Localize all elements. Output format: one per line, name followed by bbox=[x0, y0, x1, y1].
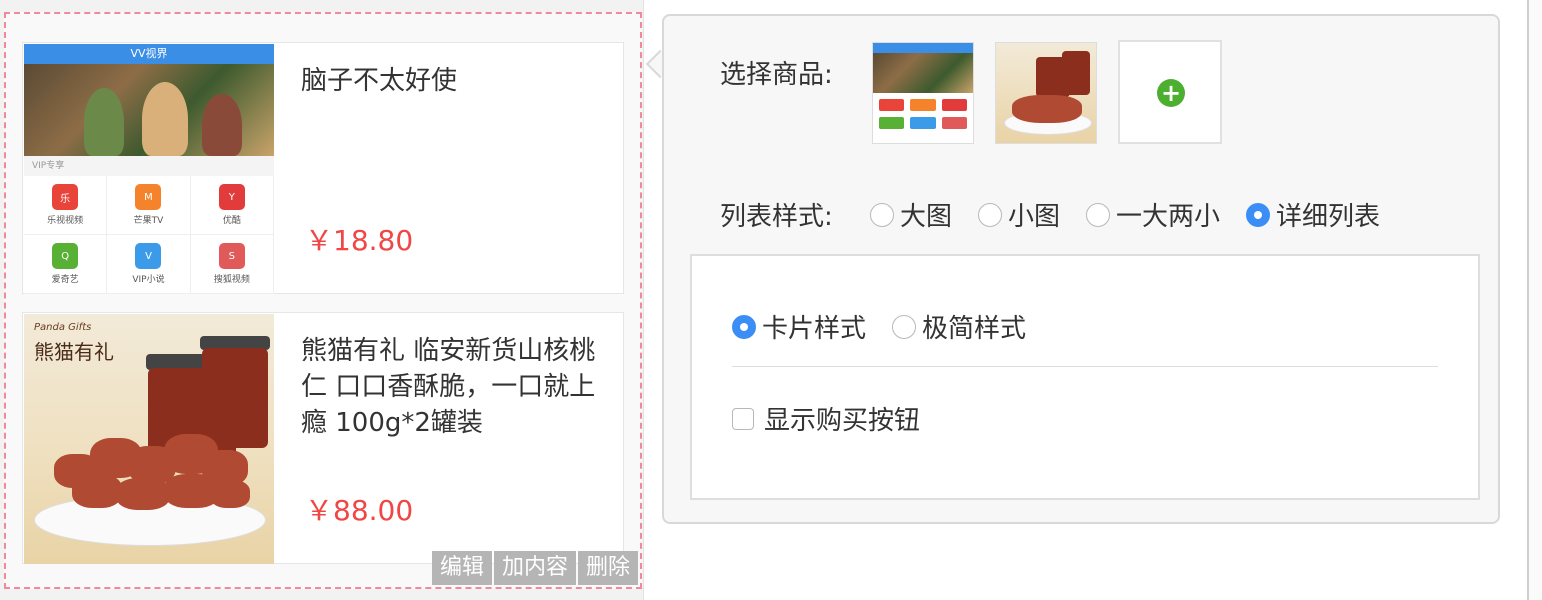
show-buy-button-option[interactable]: 显示购买按钮 bbox=[732, 400, 920, 437]
radio-small-image[interactable]: 小图 bbox=[978, 196, 1060, 233]
list-style-label: 列表样式: bbox=[720, 202, 833, 232]
radio-minimal-style[interactable]: 极简样式 bbox=[892, 308, 1026, 345]
goods-title: 熊猫有礼 临安新货山核桃仁 口口香酥脆，一口就上瘾 100g*2罐装 bbox=[301, 336, 596, 438]
image-brand-text: Panda Gifts bbox=[34, 322, 92, 333]
app-tile: M 芒果TV bbox=[107, 176, 191, 235]
app-tile: Q 爱奇艺 bbox=[24, 235, 108, 294]
app-tile-label: 芒果TV bbox=[133, 216, 164, 226]
add-goods-button[interactable]: + bbox=[1118, 40, 1222, 144]
right-edge-strip bbox=[1529, 0, 1542, 600]
goods-image: Panda Gifts 熊猫有礼 bbox=[24, 314, 274, 564]
app-tile: Y 优酷 bbox=[190, 176, 274, 235]
radio-button[interactable] bbox=[978, 202, 1003, 227]
radio-button[interactable] bbox=[732, 314, 756, 339]
radio-detailed-list[interactable]: 详细列表 bbox=[1246, 196, 1380, 233]
radio-button[interactable] bbox=[870, 202, 894, 227]
book-icon: V bbox=[135, 243, 162, 269]
radio-button[interactable] bbox=[1246, 202, 1271, 227]
display-options-box: 卡片样式 极简样式 显示购买按钮 bbox=[690, 254, 1480, 500]
delete-button[interactable]: 删除 bbox=[577, 551, 638, 585]
image-brand-title: 熊猫有礼 bbox=[34, 340, 114, 364]
letv-icon: 乐 bbox=[52, 184, 79, 210]
show-buy-button-checkbox[interactable] bbox=[732, 407, 754, 430]
pecan-product-image: Panda Gifts 熊猫有礼 bbox=[24, 314, 274, 564]
radio-label: 一大两小 bbox=[1116, 202, 1221, 232]
radio-label: 小图 bbox=[1008, 202, 1061, 232]
app-tile: S 搜狐视频 bbox=[190, 235, 274, 294]
select-goods-label: 选择商品: bbox=[720, 60, 833, 90]
youku-icon: Y bbox=[218, 184, 245, 210]
goods-card[interactable]: Panda Gifts 熊猫有礼 熊猫有礼 临安新货山核桃仁 口口香酥脆，一口就… bbox=[22, 312, 624, 564]
app-tile-label: 乐视视频 bbox=[47, 216, 84, 226]
radio-large-image[interactable]: 大图 bbox=[870, 196, 952, 233]
card-style-radio-group: 卡片样式 极简样式 bbox=[732, 308, 1052, 345]
app-top-bar: VV视界 bbox=[24, 44, 274, 64]
radio-one-large-two-small[interactable]: 一大两小 bbox=[1086, 196, 1220, 233]
app-tile: 乐 乐视视频 bbox=[24, 176, 108, 235]
app-grid: 乐 乐视视频 M 芒果TV Y 优酷 Q 爱奇艺 V VIP小说 S 搜狐视频 bbox=[24, 176, 274, 294]
sohu-icon: S bbox=[218, 243, 245, 269]
divider bbox=[732, 366, 1438, 367]
radio-card-style[interactable]: 卡片样式 bbox=[732, 308, 866, 345]
app-tile-label: 搜狐视频 bbox=[213, 275, 250, 285]
app-tile-label: VIP小说 bbox=[132, 275, 165, 285]
radio-label: 极简样式 bbox=[922, 314, 1027, 344]
radio-button[interactable] bbox=[892, 314, 917, 339]
mango-tv-icon: M bbox=[135, 184, 162, 210]
list-style-radio-group: 大图 小图 一大两小 详细列表 bbox=[870, 196, 1406, 233]
app-tile-label: 爱奇艺 bbox=[51, 275, 79, 285]
app-top-bar-title: VV视界 bbox=[130, 47, 168, 60]
plus-icon: + bbox=[1157, 79, 1185, 107]
preview-action-bar: 编辑 加内容 删除 bbox=[430, 551, 638, 585]
goods-price: ￥18.80 bbox=[305, 224, 414, 257]
goods-card[interactable]: VV视界 VIP专享 乐 乐视视频 M 芒果TV Y 优酷 Q 爱奇艺 V VI… bbox=[22, 42, 624, 294]
goods-image: VV视界 VIP专享 乐 乐视视频 M 芒果TV Y 优酷 Q 爱奇艺 V VI… bbox=[24, 44, 274, 294]
edit-button[interactable]: 编辑 bbox=[431, 551, 492, 585]
goods-config-panel: 选择商品: + 列表样式: 大图 小图 一大两小 详细列表 卡片样式 极简样式 … bbox=[662, 14, 1500, 524]
radio-button[interactable] bbox=[1086, 202, 1111, 227]
radio-label: 详细列表 bbox=[1276, 202, 1381, 232]
movie-banner bbox=[24, 64, 274, 156]
selected-goods-thumbnail[interactable] bbox=[872, 42, 974, 144]
preview-column: VV视界 VIP专享 乐 乐视视频 M 芒果TV Y 优酷 Q 爱奇艺 V VI… bbox=[0, 0, 644, 600]
add-content-button[interactable]: 加内容 bbox=[493, 551, 576, 585]
app-tile-label: 优酷 bbox=[222, 216, 241, 226]
goods-title: 脑子不太好使 bbox=[301, 66, 458, 96]
app-section-label: VIP专享 bbox=[24, 156, 274, 176]
goods-price: ￥88.00 bbox=[305, 494, 414, 527]
selected-goods-thumbnail[interactable] bbox=[995, 42, 1097, 144]
app-tile: V VIP小说 bbox=[107, 235, 191, 294]
goods-preview-box[interactable]: VV视界 VIP专享 乐 乐视视频 M 芒果TV Y 优酷 Q 爱奇艺 V VI… bbox=[4, 12, 642, 589]
radio-label: 卡片样式 bbox=[762, 314, 867, 344]
radio-label: 大图 bbox=[900, 202, 953, 232]
checkbox-label: 显示购买按钮 bbox=[764, 406, 921, 436]
iqiyi-icon: Q bbox=[52, 243, 79, 269]
